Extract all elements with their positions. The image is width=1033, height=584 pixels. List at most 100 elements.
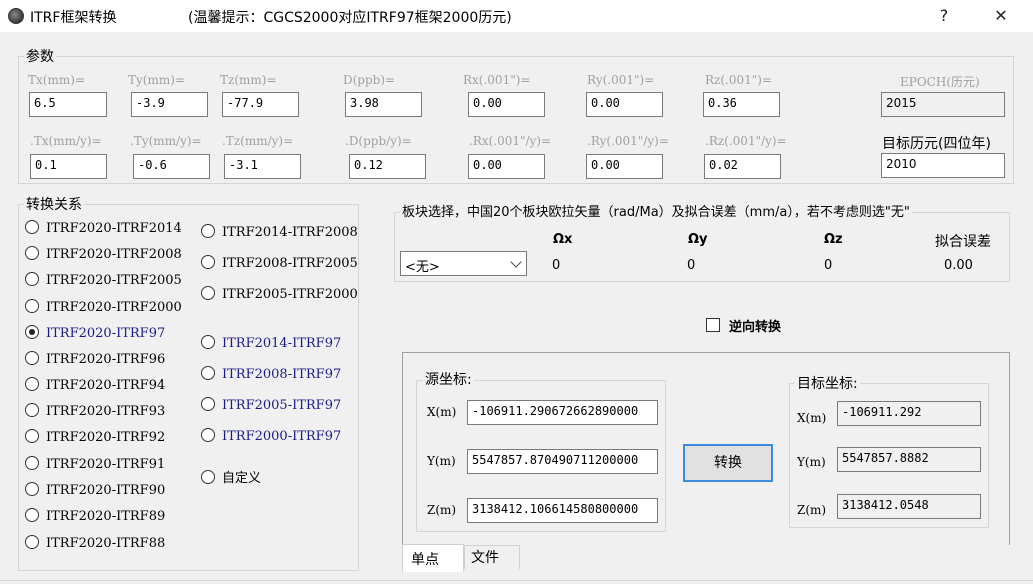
omega-x-value: 0 bbox=[552, 258, 561, 273]
radio-option[interactable]: ITRF2020-ITRF2000 bbox=[25, 299, 182, 317]
source-z-label: Z(m) bbox=[427, 503, 457, 517]
fit-error-header: 拟合误差 bbox=[935, 234, 991, 250]
drz-field[interactable]: 0.02 bbox=[704, 154, 781, 179]
radio-button-icon bbox=[25, 272, 39, 286]
radio-button-icon bbox=[25, 482, 39, 496]
radio-option-label: ITRF2020-ITRF91 bbox=[46, 457, 166, 472]
drx-field[interactable]: 0.00 bbox=[468, 154, 545, 179]
target-group-label: 目标坐标: bbox=[795, 373, 860, 393]
radio-option[interactable]: 自定义 bbox=[201, 470, 261, 488]
radio-button-icon bbox=[201, 286, 215, 300]
ry-field[interactable]: 0.00 bbox=[586, 92, 663, 117]
radio-option[interactable]: ITRF2020-ITRF89 bbox=[25, 508, 165, 526]
epoch-field: 2015 bbox=[881, 92, 1005, 117]
radio-option[interactable]: ITRF2020-ITRF2014 bbox=[25, 220, 182, 238]
plate-select-value: <无> bbox=[405, 260, 440, 275]
source-x-label: X(m) bbox=[427, 405, 457, 419]
radio-option-label: ITRF2000-ITRF97 bbox=[222, 429, 342, 444]
ry-label: Ry(.001")= bbox=[587, 73, 655, 87]
rz-field[interactable]: 0.36 bbox=[703, 92, 780, 117]
tx-field[interactable]: 6.5 bbox=[29, 92, 107, 117]
radio-option[interactable]: ITRF2020-ITRF92 bbox=[25, 429, 165, 447]
radio-option[interactable]: ITRF2020-ITRF91 bbox=[25, 456, 165, 474]
window-title: ITRF框架转换 bbox=[30, 10, 117, 26]
radio-option-label: ITRF2008-ITRF97 bbox=[222, 367, 342, 382]
tx-label: Tx(mm)= bbox=[28, 73, 85, 87]
radio-option[interactable]: ITRF2020-ITRF94 bbox=[25, 377, 165, 395]
source-z-field[interactable]: 3138412.106614580800000 bbox=[467, 498, 658, 523]
radio-option[interactable]: ITRF2014-ITRF2008 bbox=[201, 224, 358, 242]
tz-field[interactable]: -77.9 bbox=[222, 92, 299, 117]
dd-label: .D(ppb/y)= bbox=[345, 134, 412, 148]
source-y-field[interactable]: 5547857.870490711200000 bbox=[467, 449, 658, 474]
close-button[interactable]: ✕ bbox=[986, 6, 1016, 25]
radio-option[interactable]: ITRF2005-ITRF2000 bbox=[201, 286, 358, 304]
dry-label: .Ry(.001"/y)= bbox=[587, 134, 669, 148]
fit-error-value: 0.00 bbox=[944, 258, 973, 273]
target-z-field: 3138412.0548 bbox=[837, 494, 981, 519]
dty-field[interactable]: -0.6 bbox=[133, 154, 210, 179]
radio-button-icon bbox=[25, 456, 39, 470]
radio-option-label: ITRF2020-ITRF2005 bbox=[46, 273, 182, 288]
target-epoch-field[interactable]: 2010 bbox=[881, 153, 1005, 178]
radio-button-icon bbox=[25, 299, 39, 313]
tab-single-point-label: 单点 bbox=[411, 552, 439, 568]
radio-option[interactable]: ITRF2020-ITRF2005 bbox=[25, 272, 182, 290]
radio-button-icon bbox=[201, 428, 215, 442]
radio-option[interactable]: ITRF2008-ITRF2005 bbox=[201, 255, 358, 273]
rx-label: Rx(.001")= bbox=[463, 73, 531, 87]
d-field[interactable]: 3.98 bbox=[345, 92, 422, 117]
radio-button-icon bbox=[201, 470, 215, 484]
radio-option[interactable]: ITRF2020-ITRF93 bbox=[25, 403, 165, 421]
target-epoch-label: 目标历元(四位年) bbox=[882, 136, 991, 152]
radio-option[interactable]: ITRF2005-ITRF97 bbox=[201, 397, 341, 415]
omega-y-header: Ωy bbox=[688, 232, 708, 247]
radio-option[interactable]: ITRF2008-ITRF97 bbox=[201, 366, 341, 384]
radio-option-label: ITRF2020-ITRF96 bbox=[46, 352, 166, 367]
bottom-divider bbox=[0, 580, 1033, 581]
drx-label: .Rx(.001"/y)= bbox=[469, 134, 552, 148]
rx-field[interactable]: 0.00 bbox=[468, 92, 545, 117]
dtx-label: .Tx(mm/y)= bbox=[30, 134, 102, 148]
dry-field[interactable]: 0.00 bbox=[586, 154, 663, 179]
radio-option-label: ITRF2020-ITRF90 bbox=[46, 483, 166, 498]
ty-field[interactable]: -3.9 bbox=[131, 92, 208, 117]
dtz-label: .Tz(mm/y)= bbox=[222, 134, 294, 148]
dtx-field[interactable]: 0.1 bbox=[30, 154, 107, 179]
target-y-field: 5547857.8882 bbox=[837, 447, 981, 472]
tab-file-label: 文件 bbox=[471, 550, 499, 566]
dtz-field[interactable]: -3.1 bbox=[224, 154, 301, 179]
radio-option-label: ITRF2014-ITRF97 bbox=[222, 336, 342, 351]
dty-label: .Ty(mm/y)= bbox=[130, 134, 202, 148]
source-x-field[interactable]: -106911.290672662890000 bbox=[467, 400, 658, 425]
target-z-label: Z(m) bbox=[797, 503, 827, 517]
target-x-label: X(m) bbox=[797, 411, 827, 425]
transform-group-label: 转换关系 bbox=[24, 194, 84, 214]
radio-option-label: ITRF2020-ITRF2000 bbox=[46, 300, 182, 315]
radio-button-icon bbox=[201, 366, 215, 380]
help-button[interactable]: ? bbox=[929, 6, 959, 25]
source-group-label: 源坐标: bbox=[423, 369, 474, 389]
radio-option[interactable]: ITRF2020-ITRF90 bbox=[25, 482, 165, 500]
convert-button[interactable]: 转换 bbox=[683, 444, 773, 482]
plate-select[interactable]: <无> bbox=[400, 251, 527, 276]
omega-z-value: 0 bbox=[824, 258, 833, 273]
radio-option-label: ITRF2014-ITRF2008 bbox=[222, 225, 358, 240]
radio-option[interactable]: ITRF2020-ITRF2008 bbox=[25, 246, 182, 264]
tab-single-point[interactable]: 单点 bbox=[402, 544, 464, 572]
reverse-checkbox[interactable] bbox=[706, 318, 720, 332]
radio-option-label: ITRF2020-ITRF94 bbox=[46, 378, 166, 393]
radio-option[interactable]: ITRF2020-ITRF97 bbox=[25, 325, 165, 343]
radio-option[interactable]: ITRF2020-ITRF96 bbox=[25, 351, 165, 369]
dd-field[interactable]: 0.12 bbox=[349, 154, 426, 179]
radio-button-icon bbox=[201, 397, 215, 411]
rz-label: Rz(.001")= bbox=[705, 73, 773, 87]
radio-option-label: ITRF2020-ITRF97 bbox=[46, 326, 166, 341]
tab-file[interactable]: 文件 bbox=[464, 545, 520, 569]
radio-option-label: ITRF2020-ITRF93 bbox=[46, 404, 166, 419]
app-icon bbox=[8, 8, 24, 24]
radio-button-icon bbox=[25, 351, 39, 365]
radio-option[interactable]: ITRF2014-ITRF97 bbox=[201, 335, 341, 353]
radio-option[interactable]: ITRF2000-ITRF97 bbox=[201, 428, 341, 446]
radio-option[interactable]: ITRF2020-ITRF88 bbox=[25, 535, 165, 553]
